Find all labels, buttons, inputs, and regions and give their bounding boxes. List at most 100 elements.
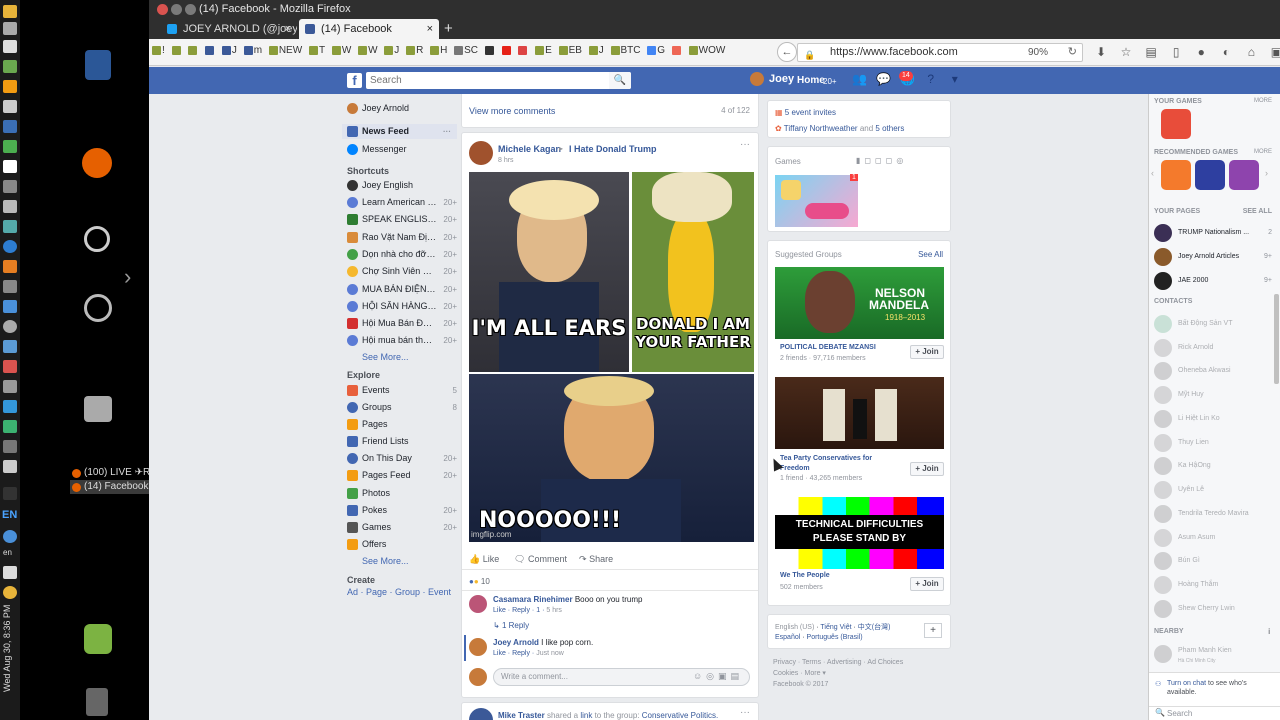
home-icon[interactable]: ⌂ bbox=[1244, 45, 1258, 59]
comment-like-link[interactable]: Like bbox=[493, 607, 506, 614]
bookmark[interactable]: J bbox=[588, 45, 604, 56]
terminal-icon[interactable] bbox=[3, 180, 17, 193]
game-tile[interactable] bbox=[1161, 109, 1191, 139]
shortcut-item[interactable]: Learn American En...20+ bbox=[342, 195, 457, 210]
close-window-button[interactable] bbox=[157, 4, 168, 15]
messages-icon[interactable]: 💬 bbox=[876, 73, 891, 86]
bookmark[interactable] bbox=[188, 45, 198, 56]
candy-crush-game[interactable] bbox=[775, 175, 858, 227]
bookmark[interactable]: J bbox=[221, 45, 237, 56]
shortcut-item[interactable]: Chợ Sinh Viên Sư ... 20+ bbox=[342, 264, 457, 279]
language-link[interactable]: Español bbox=[775, 634, 800, 641]
network-icon[interactable] bbox=[3, 400, 17, 413]
shortcut-item[interactable]: MUA BÁN ĐIỆN T... 20+ bbox=[342, 282, 457, 297]
minimize-window-button[interactable] bbox=[171, 4, 182, 15]
games-toolbar-icons[interactable]: ▮◻◻◻◎ bbox=[856, 156, 907, 165]
page-row[interactable]: JAE 2000 9+ bbox=[1154, 271, 1278, 291]
contact-row[interactable]: Li Hiệt Lin Ko bbox=[1154, 409, 1278, 429]
calendar-icon[interactable] bbox=[3, 120, 17, 133]
explore-see-more[interactable]: See More... bbox=[362, 556, 409, 566]
explore-pages[interactable]: Pages bbox=[342, 417, 457, 432]
reader-icon[interactable]: ▯ bbox=[1169, 45, 1183, 59]
game-tile[interactable] bbox=[1229, 160, 1259, 190]
shortcut-item[interactable]: SPEAK ENGLISH ... 20+ bbox=[342, 212, 457, 227]
atom-icon[interactable] bbox=[3, 530, 17, 543]
shortcut-item[interactable]: Dọn nhà cho đỡ chật20+ bbox=[342, 247, 457, 262]
group-cover-oval-office[interactable] bbox=[775, 377, 944, 449]
more-games-link[interactable]: MORE bbox=[1254, 98, 1272, 104]
chrome-icon[interactable] bbox=[3, 300, 17, 313]
help-icon[interactable]: ? bbox=[924, 73, 937, 86]
tab-facebook[interactable]: (14) Facebook × bbox=[299, 19, 439, 39]
contact-row[interactable]: Ka HậOng bbox=[1154, 456, 1278, 476]
library-icon[interactable]: ▤ bbox=[1144, 45, 1158, 59]
info-icon[interactable]: i bbox=[1268, 627, 1270, 636]
trash-icon[interactable] bbox=[86, 688, 108, 716]
bookmark[interactable] bbox=[205, 45, 215, 56]
contact-row[interactable]: Rick Arnold bbox=[1154, 338, 1278, 358]
turn-on-chat-link[interactable]: Turn on chat bbox=[1167, 680, 1206, 687]
comment-button[interactable]: 🗨 Comment bbox=[514, 554, 567, 565]
comment-reply-link[interactable]: Reply bbox=[512, 607, 530, 614]
bookmark[interactable]: SC bbox=[454, 45, 478, 56]
explore-games[interactable]: Games 20+ bbox=[342, 520, 457, 535]
chevron-left-icon[interactable]: ‹ bbox=[1151, 168, 1154, 178]
write-comment-input[interactable]: Write a comment... ☺◎▣▤ bbox=[493, 668, 750, 686]
new-tab-button[interactable]: + bbox=[444, 19, 453, 39]
contact-row[interactable]: Hoàng Thắm bbox=[1154, 575, 1278, 595]
bookmark[interactable]: J bbox=[384, 45, 399, 56]
star-icon[interactable]: ☆ bbox=[1119, 45, 1133, 59]
bookmark[interactable]: EB bbox=[558, 45, 582, 56]
send-icon[interactable] bbox=[3, 420, 17, 433]
contact-row[interactable]: Shew Cherry Lwin bbox=[1154, 599, 1278, 619]
document-icon[interactable] bbox=[3, 40, 17, 53]
camera-icon[interactable] bbox=[3, 440, 17, 453]
pocket-icon[interactable]: ▣ bbox=[1269, 45, 1280, 59]
reload-icon[interactable]: ↻ bbox=[1068, 44, 1077, 61]
contact-row[interactable]: Pham Manh Kien Hà Chi Minh City bbox=[1154, 644, 1278, 664]
back-button[interactable]: ← bbox=[777, 42, 797, 62]
obs-icon[interactable] bbox=[84, 226, 110, 252]
printer-icon[interactable] bbox=[3, 380, 17, 393]
firefox-icon[interactable] bbox=[3, 260, 17, 273]
page-row[interactable]: Joey Arnold Articles 9+ bbox=[1154, 247, 1278, 267]
scrollbar-thumb[interactable] bbox=[1274, 294, 1279, 384]
explore-pokes[interactable]: Pokes 20+ bbox=[342, 503, 457, 518]
chevron-right-icon[interactable]: › bbox=[1265, 168, 1268, 178]
comment-like-link[interactable]: Like bbox=[493, 650, 506, 657]
group-name-link[interactable]: We The People bbox=[780, 572, 830, 579]
chat-search-bar[interactable]: 🔍 Search bbox=[1149, 706, 1280, 720]
post-time[interactable]: 8 hrs bbox=[498, 157, 514, 164]
language-link[interactable]: Português (Brasil) bbox=[807, 634, 863, 641]
explore-on-this-day[interactable]: On This Day 20+ bbox=[342, 451, 457, 466]
keyboard-layout-label[interactable]: EN bbox=[2, 509, 17, 521]
explore-groups[interactable]: Groups 8 bbox=[342, 400, 457, 415]
url-bar[interactable]: 🔒 https://www.facebook.com 90% ↻ bbox=[797, 43, 1083, 62]
author-avatar[interactable] bbox=[469, 708, 493, 720]
post-options-icon[interactable]: ··· bbox=[740, 139, 750, 150]
pen-icon[interactable] bbox=[3, 100, 17, 113]
shortcut-item[interactable]: Hội mua bán thanh l...20+ bbox=[342, 333, 457, 348]
filezilla-icon[interactable] bbox=[3, 360, 17, 373]
volume-icon[interactable] bbox=[3, 566, 17, 579]
bookmark[interactable]: NEW bbox=[268, 45, 302, 56]
contact-row[interactable]: Asum Asum bbox=[1154, 528, 1278, 548]
shared-link[interactable]: link bbox=[580, 711, 592, 720]
birthday-person-link[interactable]: Tiffany Northweather bbox=[784, 124, 858, 133]
footer-links[interactable]: Privacy · Terms · Advertising · Ad Choic… bbox=[773, 657, 903, 668]
monitor-icon[interactable] bbox=[3, 220, 17, 233]
shortcut-item[interactable]: Rao Vặt Nam Định 20+ bbox=[342, 230, 457, 245]
download-icon[interactable]: ⬇ bbox=[1094, 45, 1108, 59]
create-links[interactable]: Ad · Page · Group · Event bbox=[347, 587, 451, 597]
explore-offers[interactable]: Offers bbox=[342, 537, 457, 552]
facebook-search-input[interactable] bbox=[366, 72, 631, 89]
contact-row[interactable]: Thuy Lien bbox=[1154, 433, 1278, 453]
contact-row[interactable]: Tendrila Teredo Mavira bbox=[1154, 504, 1278, 524]
close-icon[interactable]: × bbox=[285, 19, 291, 39]
event-invites[interactable]: ▦ 5 event invites bbox=[775, 108, 836, 117]
bookmark[interactable] bbox=[484, 45, 495, 56]
game-tile[interactable] bbox=[1161, 160, 1191, 190]
see-all-pages-link[interactable]: SEE ALL bbox=[1243, 208, 1272, 215]
comment-time[interactable]: 5 hrs bbox=[546, 607, 562, 614]
shield-icon[interactable]: ◐ bbox=[1219, 45, 1233, 59]
